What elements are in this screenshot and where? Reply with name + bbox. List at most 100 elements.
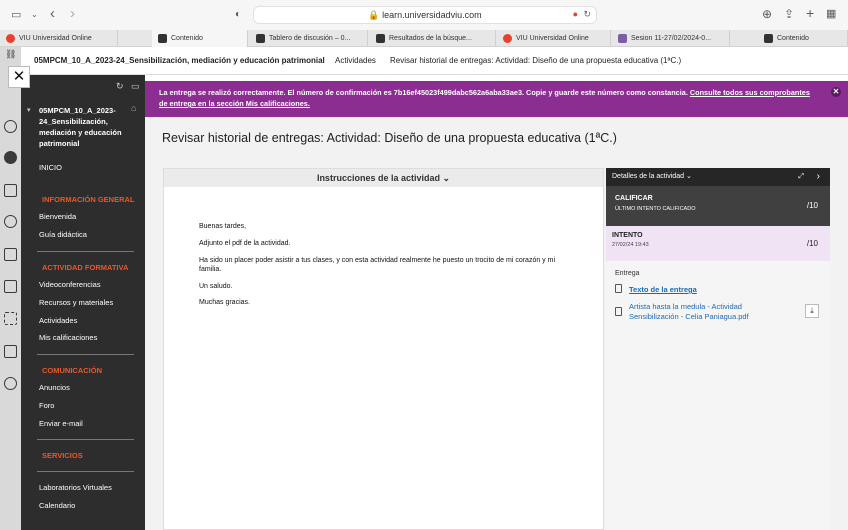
menu-divider (37, 354, 134, 355)
pdf-file-link[interactable]: Artista hasta la medula - Actividad Sens… (629, 302, 779, 322)
download-icon[interactable]: ⊕ (762, 7, 772, 21)
tab-label: Contenido (171, 35, 203, 42)
url-text: 🔒 learn.universidadviu.com (368, 10, 482, 20)
viu-favicon-icon (503, 34, 512, 43)
instructions-header[interactable]: Instrucciones de la actividad ⌄ (164, 169, 603, 187)
success-banner: La entrega se realizó correctamente. El … (145, 81, 848, 117)
menu-item-laboratorios[interactable]: Laboratorios Virtuales (39, 483, 112, 492)
blackboard-favicon-icon (376, 34, 385, 43)
browser-tab[interactable]: Sesion 11-27/02/2024-0... (612, 30, 730, 47)
browser-tab[interactable]: VIU Universidad Online (0, 30, 118, 47)
submission-line: Buenas tardes, (199, 223, 247, 230)
section-comunicacion: COMUNICACIÓN (42, 366, 102, 375)
menu-item-email[interactable]: Enviar e-mail (39, 419, 83, 428)
details-panel: Detalles de la actividad ⌄ ⤢ › CALIFICAR… (606, 168, 830, 530)
course-title: 05MPCM_10_A_2023-24_Sensibilización, med… (39, 106, 122, 148)
browser-tab[interactable]: Contenido (758, 30, 848, 47)
menu-item-foro[interactable]: Foro (39, 401, 54, 410)
blackboard-favicon-icon (158, 34, 167, 43)
close-icon[interactable]: ✕ (831, 87, 841, 97)
menu-item-recursos[interactable]: Recursos y materiales (39, 298, 113, 307)
menu-item-anuncios[interactable]: Anuncios (39, 383, 70, 392)
browser-tab[interactable]: Contenido (152, 30, 248, 47)
breadcrumb-course[interactable]: 05MPCM_10_A_2023-24_Sensibilización, med… (34, 47, 332, 75)
courses-icon[interactable] (4, 184, 17, 197)
chevron-down-icon[interactable]: ⌄ (31, 8, 38, 22)
back-icon[interactable]: ‹ (50, 6, 55, 21)
document-icon (615, 307, 622, 316)
ultimo-intento-label: ÚLTIMO INTENTO CALIFICADO (615, 206, 696, 212)
browser-tab[interactable]: Resultados de la búsque... (370, 30, 496, 47)
main-content: Revisar historial de entregas: Actividad… (145, 117, 848, 530)
menu-item-calendario[interactable]: Calendario (39, 501, 75, 510)
icon-rail: ⛓ (0, 47, 21, 530)
refresh-icon[interactable]: ↻ (116, 81, 124, 92)
details-header[interactable]: Detalles de la actividad ⌄ ⤢ › (606, 168, 830, 186)
submission-line: Un saludo. (199, 283, 233, 290)
download-icon[interactable]: ⤓ (805, 304, 819, 318)
url-bar[interactable]: 🔒 learn.universidadviu.com ● ↻ (253, 6, 597, 24)
shield-icon[interactable]: ◐ (235, 8, 241, 22)
tab-label: Contenido (777, 35, 809, 42)
course-menu: ↻ ▭ ▾ ⌂ 05MPCM_10_A_2023-24_Sensibilizac… (21, 75, 145, 530)
document-icon (615, 284, 622, 293)
blackboard-favicon-icon (256, 34, 265, 43)
browser-tab[interactable]: VIU Universidad Online (497, 30, 611, 47)
menu-divider (37, 471, 134, 472)
browser-tab[interactable]: Tablero de discusión – 0... (250, 30, 368, 47)
reload-icon[interactable]: ↻ (583, 9, 591, 20)
breadcrumb-section[interactable]: Actividades (335, 47, 376, 75)
section-servicios: SERVICIOS (42, 451, 83, 460)
tools-icon[interactable] (4, 312, 17, 325)
tab-label: VIU Universidad Online (19, 35, 92, 42)
calendar-icon[interactable] (4, 248, 17, 261)
link-icon[interactable]: ⛓ (5, 49, 16, 60)
grade-score: /10 (806, 201, 818, 210)
texto-entrega-link[interactable]: Texto de la entrega (629, 285, 697, 295)
tab-label: Resultados de la búsque... (389, 35, 472, 42)
expand-icon[interactable]: ⤢ (798, 168, 804, 186)
section-info-general: INFORMACIÓN GENERAL (42, 195, 135, 204)
edit-icon[interactable] (4, 345, 17, 358)
collapse-icon[interactable]: ▾ (27, 106, 31, 114)
groups-icon[interactable] (4, 215, 17, 228)
attempt-section[interactable]: INTENTO 27/02/24 19:43 /10 (606, 226, 830, 261)
menu-item-videoconferencias[interactable]: Videoconferencias (39, 280, 101, 289)
submission-line: Muchas gracias. (199, 299, 250, 306)
tab-label: VIU Universidad Online (516, 35, 589, 42)
logout-icon[interactable] (4, 377, 17, 390)
entrega-label: Entrega (615, 270, 640, 277)
tab-label: Sesion 11-27/02/2024-0... (631, 35, 712, 42)
menu-item-actividades[interactable]: Actividades (39, 316, 77, 325)
chevron-right-icon[interactable]: › (817, 168, 820, 186)
sidebar-icon[interactable]: ▭ (11, 8, 21, 22)
viu-favicon-icon (6, 34, 15, 43)
menu-item-calificaciones[interactable]: Mis calificaciones (39, 333, 97, 342)
url-value: learn.universidadviu.com (382, 10, 482, 20)
tab-overview-icon[interactable]: ▦ (826, 7, 836, 21)
close-button[interactable]: ✕ (8, 66, 30, 88)
profile-icon[interactable] (4, 120, 17, 133)
calificar-label: CALIFICAR (615, 195, 653, 202)
forward-icon[interactable]: › (70, 6, 75, 21)
details-header-label: Detalles de la actividad (612, 173, 684, 180)
section-actividad-formativa: ACTIVIDAD FORMATIVA (42, 263, 129, 272)
submission-line: Ha sido un placer poder asistir a tus cl… (199, 257, 556, 273)
new-tab-icon[interactable]: + (806, 6, 814, 20)
messages-icon[interactable] (4, 280, 17, 293)
instructions-label: Instrucciones de la actividad (316, 173, 440, 183)
browser-toolbar: ▭ ⌄ ‹ › ◐ 🔒 learn.universidadviu.com ● ↻… (0, 0, 848, 30)
submission-panel: Instrucciones de la actividad ⌄ Buenas t… (163, 168, 604, 530)
microphone-icon[interactable]: ● (573, 9, 578, 19)
menu-item-inicio[interactable]: INICIO (39, 163, 62, 172)
menu-item-bienvenida[interactable]: Bienvenida (39, 212, 76, 221)
folder-icon[interactable]: ▭ (131, 81, 140, 92)
session-favicon-icon (618, 34, 627, 43)
tab-label: Tablero de discusión – 0... (269, 35, 351, 42)
tab-bar: VIU Universidad Online Contenido Tablero… (0, 30, 848, 47)
globe-icon[interactable] (4, 151, 17, 164)
share-icon[interactable]: ⇪ (784, 7, 794, 21)
menu-item-guia[interactable]: Guía didáctica (39, 230, 87, 239)
grade-section: CALIFICAR ÚLTIMO INTENTO CALIFICADO /10 (606, 186, 830, 226)
chevron-down-icon: ⌄ (685, 173, 692, 180)
